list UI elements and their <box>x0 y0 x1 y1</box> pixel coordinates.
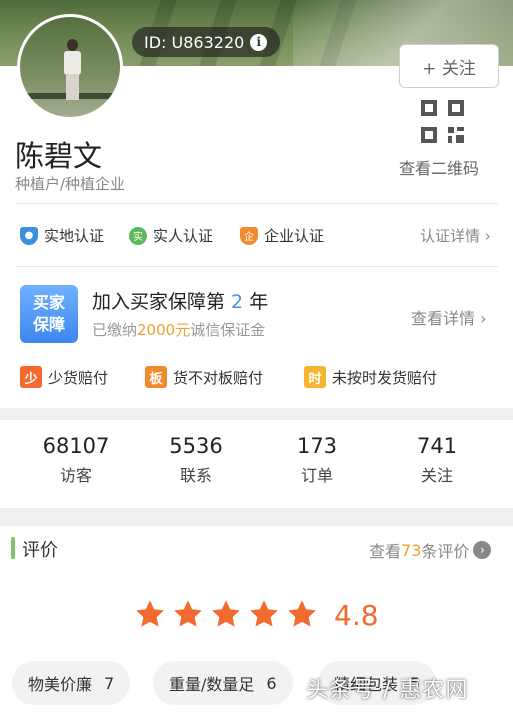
protection-deposit: 已缴纳2000元诚信保证金 <box>92 319 265 340</box>
follow-button[interactable]: + 关注 <box>399 44 499 88</box>
tag-label: 物美价廉 <box>28 675 93 694</box>
cert-enterprise: 企 企业认证 <box>240 225 324 246</box>
watermark: 头条号 / 惠农网 <box>306 678 469 703</box>
mismatch-icon: 板 <box>145 366 167 388</box>
guarantee-shortage: 少 少货赔付 <box>20 366 108 388</box>
info-icon[interactable]: i <box>250 33 268 51</box>
star-icon <box>288 600 316 627</box>
stat-visitors[interactable]: 68107 访客 <box>26 434 126 486</box>
stat-label: 订单 <box>300 466 333 485</box>
star-icon <box>136 600 164 627</box>
shield-location-icon: ● <box>20 226 38 245</box>
qr-code-icon[interactable] <box>421 100 464 143</box>
section-gap <box>0 508 513 526</box>
cert-person: 实 实人认证 <box>129 225 213 246</box>
cert-person-label: 实人认证 <box>153 227 214 245</box>
star-icon <box>212 600 240 627</box>
cert-detail-link[interactable]: 认证详情 › <box>420 225 491 246</box>
divider <box>15 203 498 204</box>
review-count: 73 <box>401 540 422 560</box>
tag-label: 重量/数量足 <box>169 675 255 694</box>
stat-value: 173 <box>296 434 338 458</box>
buyer-protection-logo: 买家 保障 <box>20 285 78 343</box>
user-id-label: ID: U863220 <box>144 32 245 52</box>
rating-stars <box>134 598 324 630</box>
user-type: 种植户/种植企业 <box>15 175 126 193</box>
rating-score: 4.8 <box>334 599 379 632</box>
arrow-right-icon: › <box>473 541 492 559</box>
stat-value: 5536 <box>169 434 223 458</box>
deposit-prefix: 已缴纳 <box>92 321 138 339</box>
stat-value: 68107 <box>42 434 110 458</box>
section-accent-bar <box>11 537 15 559</box>
more-suffix: 条评价 <box>421 542 470 561</box>
review-tag[interactable]: 物美价廉 7 <box>12 661 131 705</box>
cert-site-label: 实地认证 <box>44 227 105 245</box>
guarantee-late-label: 未按时发货赔付 <box>332 368 438 387</box>
cert-site: ● 实地认证 <box>20 225 104 246</box>
cert-enterprise-label: 企业认证 <box>264 227 325 245</box>
guarantee-shortage-label: 少货赔付 <box>48 368 109 387</box>
guarantee-mismatch-label: 货不对板赔付 <box>173 368 264 387</box>
protection-title: 加入买家保障第 2 年 <box>92 287 268 314</box>
stat-orders[interactable]: 173 订单 <box>267 434 367 486</box>
tag-count: 7 <box>104 673 115 693</box>
shortage-icon: 少 <box>20 366 42 388</box>
view-all-reviews-link[interactable]: 查看 73 条评价 › <box>369 538 492 562</box>
stat-contacts[interactable]: 5536 联系 <box>146 434 246 486</box>
avatar[interactable] <box>17 14 123 120</box>
more-prefix: 查看 <box>369 542 402 561</box>
enterprise-icon: 企 <box>240 226 258 245</box>
logo-line-1: 买家 <box>32 293 65 312</box>
tag-count: 6 <box>266 673 277 693</box>
stat-label: 联系 <box>179 466 212 485</box>
star-icon <box>174 600 202 627</box>
protection-detail-link[interactable]: 查看详情 › <box>411 305 487 329</box>
stat-followers[interactable]: 741 关注 <box>387 434 487 486</box>
late-delivery-icon: 时 <box>304 366 326 388</box>
deposit-amount: 2000元 <box>137 321 191 339</box>
qr-code-link[interactable]: 查看二维码 <box>399 155 479 179</box>
star-icon <box>250 600 278 627</box>
section-gap <box>0 408 513 420</box>
guarantee-late: 时 未按时发货赔付 <box>304 366 437 388</box>
stat-label: 访客 <box>59 466 92 485</box>
logo-line-2: 保障 <box>32 315 65 334</box>
reviews-title: 评价 <box>22 540 58 561</box>
stat-label: 关注 <box>420 466 453 485</box>
review-tag[interactable]: 重量/数量足 6 <box>153 661 293 705</box>
protection-title-prefix: 加入买家保障第 <box>92 291 226 313</box>
user-name: 陈碧文 <box>15 139 103 173</box>
real-person-icon: 实 <box>129 226 147 245</box>
divider <box>15 266 498 267</box>
stat-value: 741 <box>416 434 458 458</box>
user-id-pill[interactable]: ID: U863220 i <box>132 27 280 57</box>
protection-years: 2 <box>225 291 250 313</box>
protection-title-suffix: 年 <box>249 291 269 313</box>
deposit-suffix: 诚信保证金 <box>190 321 266 339</box>
guarantee-mismatch: 板 货不对板赔付 <box>145 366 263 388</box>
